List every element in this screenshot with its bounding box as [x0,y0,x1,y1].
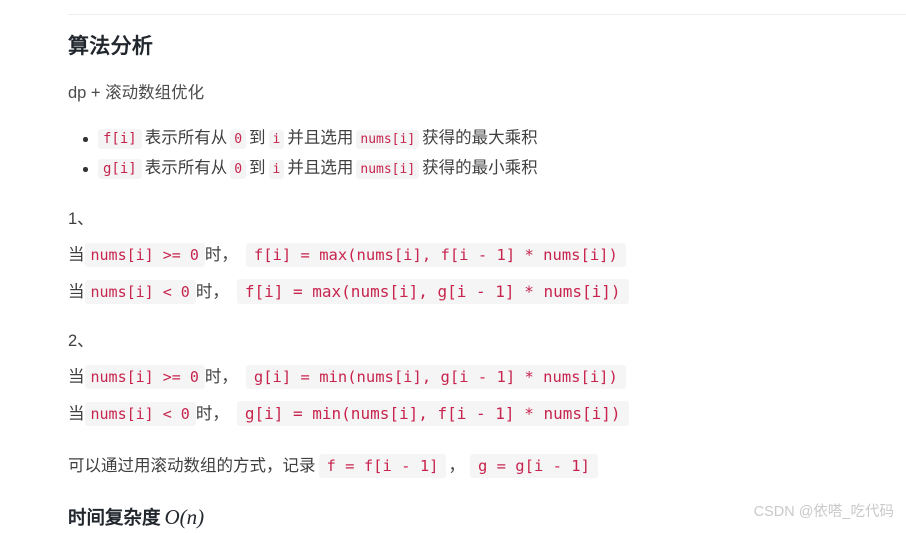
definition-text-4: 获得的最大乘积 [422,129,538,147]
case-line-1-2: 当 nums[i] < 0 时， f[i] = max(nums[i], g[i - … [68,278,896,306]
case-line-2-2: 当 nums[i] < 0 时， g[i] = min(nums[i], f[i - … [68,400,896,428]
complexity-label: 时间复杂度 [68,507,161,528]
section-label-1: 1、 [68,210,94,228]
case-middle: 时， [195,283,229,301]
article-page: 算法分析 dp + 滚动数组优化 f[i] 表示所有从 0 到 i 并且选用 nums[i]… [0,0,906,529]
case-line-2-1: 当 nums[i] >= 0 时， g[i] = min(nums[i], g[i -… [68,363,896,391]
condition-code: nums[i] >= 0 [84,365,205,389]
definition-text-1: 表示所有从 [144,159,228,177]
list-item: f[i] 表示所有从 0 到 i 并且选用 nums[i] 获得的最大乘积 [68,124,896,154]
formula-code: g[i] = min(nums[i], g[i - 1] * nums[i]) [245,365,626,389]
inline-code-i: i [268,160,285,179]
page-title: 算法分析 [68,35,154,58]
case-prefix: 当 [68,368,85,386]
list-item: g[i] 表示所有从 0 到 i 并且选用 nums[i] 获得的最小乘积 [68,154,896,184]
inline-code-zero: 0 [230,160,247,179]
approach-subtitle: dp + 滚动数组优化 [68,84,205,102]
condition-code: nums[i] >= 0 [84,243,205,267]
top-divider-rule [68,14,906,15]
definition-text-1: 表示所有从 [144,129,228,147]
formula-code: f[i] = max(nums[i], f[i - 1] * nums[i]) [245,243,626,267]
formula-code: g[i] = min(nums[i], f[i - 1] * nums[i]) [236,401,629,426]
case-prefix: 当 [68,246,85,264]
condition-code: nums[i] < 0 [84,402,196,426]
definition-text-3: 并且选用 [287,159,354,177]
condition-code: nums[i] < 0 [84,280,196,304]
inline-code-i: i [268,130,285,149]
definition-list: f[i] 表示所有从 0 到 i 并且选用 nums[i] 获得的最大乘积 g[i] 表示所有从… [68,124,896,184]
section-label-2: 2、 [68,332,94,350]
inline-code-g: g[i] [98,159,142,179]
case-line-1-1: 当 nums[i] >= 0 时， f[i] = max(nums[i], f[i -… [68,241,896,269]
inline-code-f-roll: f = f[i - 1] [318,454,447,478]
definition-text-3: 并且选用 [287,129,354,147]
case-middle: 时， [204,368,238,386]
article-content: 算法分析 dp + 滚动数组优化 f[i] 表示所有从 0 到 i 并且选用 nums[i]… [68,30,896,533]
rolling-array-note: 可以通过用滚动数组的方式，记录 f = f[i - 1]， g = g[i - 1] [68,452,896,480]
inline-code-f: f[i] [98,129,142,149]
case-prefix: 当 [68,283,85,301]
formula-code: f[i] = max(nums[i], g[i - 1] * nums[i]) [236,279,629,304]
inline-code-nums: nums[i] [356,160,420,179]
csdn-watermark: CSDN @依嗒_吃代码 [753,504,894,520]
complexity-notation: O(n) [164,505,205,529]
inline-code-nums: nums[i] [356,130,420,149]
case-middle: 时， [204,246,238,264]
definition-text-2: 到 [249,129,266,147]
case-middle: 时， [195,405,229,423]
closing-separator: ， [448,457,465,475]
inline-code-zero: 0 [230,130,247,149]
case-prefix: 当 [68,405,85,423]
inline-code-g-roll: g = g[i - 1] [469,454,598,478]
definition-text-4: 获得的最小乘积 [422,159,538,177]
definition-text-2: 到 [249,159,266,177]
closing-text: 可以通过用滚动数组的方式，记录 [68,457,316,475]
